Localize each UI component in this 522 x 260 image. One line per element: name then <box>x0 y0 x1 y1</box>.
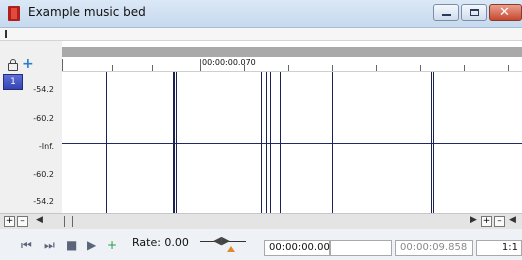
zoom-out-button-right[interactable]: – <box>494 216 505 227</box>
zero-line <box>62 143 522 144</box>
audio-spike <box>266 72 267 214</box>
snap-icon[interactable]: + <box>22 56 34 72</box>
close-button[interactable]: ✕ <box>489 4 522 21</box>
app-icon <box>8 6 20 21</box>
scroll-thumb[interactable] <box>64 216 73 227</box>
cursor-position-field[interactable]: 00:00:00.000 <box>264 240 336 256</box>
zoom-in-button-right[interactable]: + <box>481 216 492 227</box>
zoom-in-button[interactable]: + <box>4 216 15 227</box>
audio-spike <box>433 72 434 214</box>
maximize-icon <box>470 9 479 16</box>
track-number-badge[interactable]: 1 <box>3 74 23 90</box>
stop-icon[interactable]: ■ <box>66 238 77 252</box>
minimize-button[interactable] <box>433 4 459 21</box>
toolbar-grip[interactable] <box>5 30 7 38</box>
play-icon[interactable]: ▶ <box>87 238 96 252</box>
waveform-area[interactable] <box>62 71 522 214</box>
minimize-icon <box>442 14 451 16</box>
db-label: -54.2 <box>33 197 54 206</box>
track-header: + 1 -54.2 -60.2 -Inf. -60.2 -54.2 <box>0 41 63 213</box>
loop-play-icon[interactable]: + <box>107 238 117 252</box>
scroll-right-arrow[interactable]: ▶ <box>470 215 477 225</box>
audio-spike <box>280 72 281 214</box>
audio-spike <box>173 72 175 214</box>
audio-spike <box>261 72 262 214</box>
window-title: Example music bed <box>28 5 146 19</box>
timeline-ruler[interactable]: 00:00:00.070 <box>62 41 522 71</box>
rate-slider-marker <box>227 246 235 252</box>
maximize-button[interactable] <box>461 4 487 21</box>
db-label: -60.2 <box>33 114 54 123</box>
audio-spike <box>106 72 107 214</box>
scroll-left-arrow-right[interactable]: ◀ <box>509 215 516 225</box>
go-to-start-icon[interactable]: ⏮ <box>21 238 32 253</box>
zoom-out-button[interactable]: – <box>17 216 28 227</box>
db-label: -60.2 <box>33 170 54 179</box>
selection-length-field[interactable] <box>330 240 392 256</box>
ruler-bar[interactable] <box>62 47 522 57</box>
audio-spike <box>176 72 177 214</box>
ruler-time-label: 00:00:00.070 <box>202 58 256 67</box>
zoom-ratio-field[interactable]: 1:1 <box>476 240 522 256</box>
scroll-left-arrow[interactable]: ◀ <box>36 215 43 225</box>
ruler-ticks <box>62 59 522 71</box>
title-bar: Example music bed ✕ <box>0 0 522 28</box>
audio-spike <box>270 72 271 214</box>
db-label: -54.2 <box>33 85 54 94</box>
transport-bar: ⏮ ⏭ ■ ▶ + Rate: 0.00 ◀▶ 00:00:00.000 00:… <box>0 229 522 260</box>
window: Example music bed ✕ + 1 -54.2 -60.2 -Inf… <box>0 0 522 260</box>
horizontal-scroll-row: + – ◀ ▶ + – ◀ <box>0 213 522 230</box>
ruler-tick <box>200 59 201 71</box>
audio-spike <box>332 72 333 214</box>
go-to-end-icon[interactable]: ⏭ <box>44 238 55 253</box>
audio-spike <box>431 72 432 214</box>
toolbar-strip <box>0 28 522 41</box>
db-label: -Inf. <box>38 142 54 151</box>
end-time-field[interactable]: 00:00:09.858 <box>395 240 473 256</box>
lock-icon[interactable] <box>8 59 18 71</box>
ruler-tick <box>62 59 63 71</box>
close-icon: ✕ <box>499 5 510 20</box>
rate-label: Rate: 0.00 <box>132 236 189 249</box>
